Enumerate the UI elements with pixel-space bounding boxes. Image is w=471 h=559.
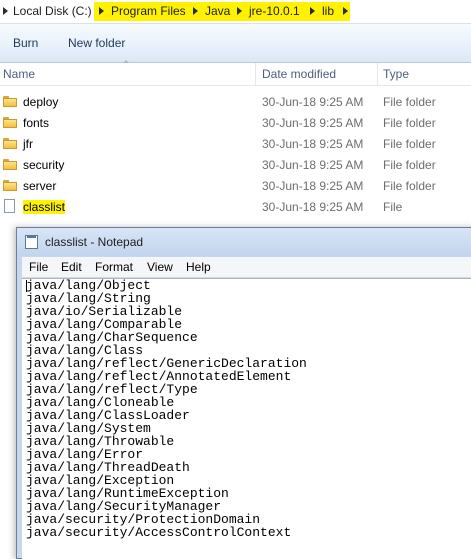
column-type[interactable]: Type <box>383 67 409 81</box>
file-date: 30-Jun-18 9:25 AM <box>262 95 364 109</box>
menu-file[interactable]: File <box>29 260 48 274</box>
file-date: 30-Jun-18 9:25 AM <box>262 179 364 193</box>
file-type: File folder <box>383 179 436 193</box>
notepad-menu-bar: File Edit Format View Help <box>22 257 471 278</box>
menu-help[interactable]: Help <box>186 260 211 274</box>
file-icon <box>4 199 15 213</box>
folder-icon <box>3 180 17 191</box>
folder-icon <box>3 96 17 107</box>
list-item[interactable]: fonts 30-Jun-18 9:25 AM File folder <box>0 112 471 133</box>
menu-edit[interactable]: Edit <box>61 260 82 274</box>
notepad-icon <box>25 235 38 249</box>
file-type: File folder <box>383 95 436 109</box>
column-date[interactable]: Date modified <box>262 67 336 81</box>
breadcrumb-arrow-icon[interactable] <box>3 7 8 15</box>
breadcrumb-arrow-icon[interactable] <box>343 7 348 15</box>
list-item[interactable]: deploy 30-Jun-18 9:25 AM File folder <box>0 91 471 112</box>
column-divider[interactable] <box>255 63 256 85</box>
column-header: Name Date modified Type <box>0 63 471 86</box>
breadcrumb-root[interactable]: Local Disk (C:) <box>13 3 92 20</box>
text-line: java/security/AccessControlContext <box>26 525 292 540</box>
file-date: 30-Jun-18 9:25 AM <box>262 158 364 172</box>
list-item[interactable]: security 30-Jun-18 9:25 AM File folder <box>0 154 471 175</box>
breadcrumb-jre[interactable]: jre-10.0.1 <box>249 3 300 20</box>
breadcrumb-lib[interactable]: lib <box>322 3 334 20</box>
file-date: 30-Jun-18 9:25 AM <box>262 200 364 214</box>
breadcrumb-java[interactable]: Java <box>205 3 230 20</box>
burn-button[interactable]: Burn <box>13 36 38 50</box>
column-name[interactable]: Name <box>3 67 35 81</box>
breadcrumb-arrow-icon[interactable] <box>193 7 198 15</box>
list-item[interactable]: server 30-Jun-18 9:25 AM File folder <box>0 175 471 196</box>
file-name: jfr <box>23 137 33 151</box>
folder-icon <box>3 138 17 149</box>
list-item[interactable]: classlist 30-Jun-18 9:25 AM File <box>0 196 471 217</box>
notepad-title: classlist - Notepad <box>45 235 144 249</box>
breadcrumb-arrow-icon[interactable] <box>99 7 104 15</box>
file-name: classlist <box>23 200 66 214</box>
file-type: File <box>383 200 403 214</box>
notepad-window[interactable]: classlist - Notepad File Edit Format Vie… <box>16 227 471 559</box>
notepad-lines: java/lang/Object java/lang/String java/i… <box>26 279 307 539</box>
breadcrumb-program-files[interactable]: Program Files <box>111 3 186 20</box>
menu-view[interactable]: View <box>147 260 173 274</box>
address-bar[interactable]: Local Disk (C:) Program Files Java jre-1… <box>0 0 471 24</box>
breadcrumb-arrow-icon[interactable] <box>237 7 242 15</box>
folder-icon <box>3 117 17 128</box>
file-date: 30-Jun-18 9:25 AM <box>262 116 364 130</box>
list-item[interactable]: jfr 30-Jun-18 9:25 AM File folder <box>0 133 471 154</box>
file-name: fonts <box>23 116 50 130</box>
notepad-title-bar[interactable]: classlist - Notepad <box>17 228 471 256</box>
file-name: security <box>23 158 65 172</box>
file-type: File folder <box>383 137 436 151</box>
file-date: 30-Jun-18 9:25 AM <box>262 137 364 151</box>
column-divider[interactable] <box>377 63 378 85</box>
breadcrumb-arrow-icon[interactable] <box>310 7 315 15</box>
menu-format[interactable]: Format <box>95 260 133 274</box>
file-type: File folder <box>383 158 436 172</box>
file-name: server <box>23 179 57 193</box>
new-folder-button[interactable]: New folder <box>68 36 125 50</box>
notepad-text-area[interactable]: java/lang/Object java/lang/String java/i… <box>22 278 471 559</box>
file-type: File folder <box>383 116 436 130</box>
file-name: deploy <box>23 95 59 109</box>
folder-icon <box>3 159 17 170</box>
toolbar: Burn New folder <box>0 24 471 63</box>
